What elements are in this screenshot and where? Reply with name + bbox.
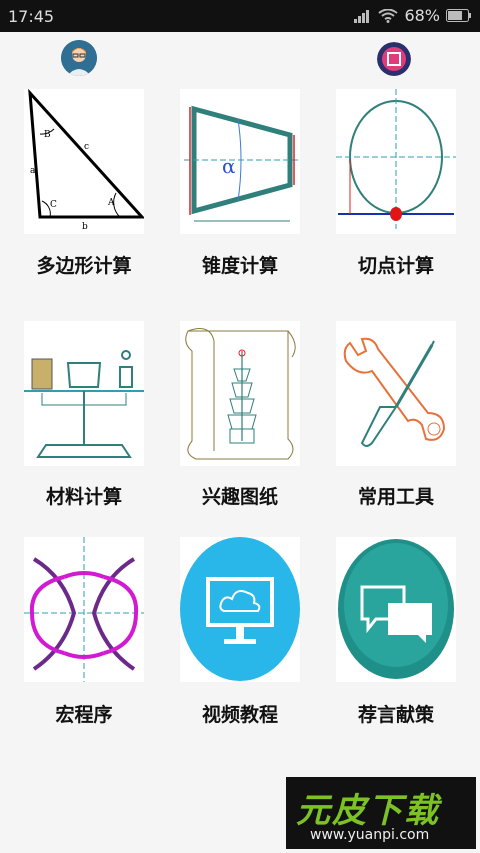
svg-text:b: b (82, 222, 88, 232)
svg-text:B: B (44, 130, 51, 140)
label-common-tools: 常用工具 (357, 486, 434, 508)
battery-icon (446, 9, 471, 22)
user-avatar[interactable] (61, 40, 97, 76)
tile-tangent-calc[interactable] (336, 89, 456, 234)
taper-diagram-icon: α (184, 105, 298, 222)
label-taper-calc: 锥度计算 (201, 255, 278, 277)
svg-text:A: A (107, 198, 115, 208)
tangent-circle-diagram-icon (336, 89, 456, 229)
tile-common-tools[interactable] (336, 321, 456, 466)
tile-suggestions[interactable] (336, 537, 456, 682)
watermark-url: www.yuanpi.com (310, 827, 430, 843)
monitor-cloud-icon (180, 537, 300, 681)
macro-curves-diagram-icon (24, 537, 144, 682)
label-polygon-calc: 多边形计算 (36, 255, 132, 277)
label-tangent-calc: 切点计算 (357, 255, 434, 277)
watermark-brand: 元皮下载 (296, 791, 440, 831)
svg-text:C: C (50, 200, 57, 210)
label-macro-program: 宏程序 (55, 704, 113, 726)
label-video-tutorial: 视频教程 (201, 704, 278, 726)
label-interest-drawings: 兴趣图纸 (201, 486, 278, 508)
tile-polygon-calc[interactable]: B c a C A b (24, 88, 146, 234)
signal-icon (354, 9, 370, 23)
battery-percent: 68% (404, 6, 440, 25)
wrench-screwdriver-icon (343, 337, 446, 447)
app-logo-avatar[interactable] (377, 42, 411, 76)
label-suggestions: 荐言献策 (357, 704, 434, 726)
label-material-calc: 材料计算 (45, 486, 122, 508)
watermark-logo: 元皮下载 www.yuanpi.com (286, 777, 476, 849)
balance-scale-diagram-icon (24, 350, 144, 458)
tile-macro-program[interactable] (24, 537, 144, 682)
tile-taper-calc[interactable]: α (180, 89, 300, 234)
tile-interest-drawings[interactable] (180, 321, 300, 466)
user-avatar-icon (61, 40, 97, 76)
wifi-icon (378, 8, 399, 23)
triangle-diagram-icon: B c a C A b (28, 88, 146, 232)
svg-text:a: a (30, 166, 36, 176)
tile-video-tutorial[interactable] (180, 537, 300, 682)
tile-material-calc[interactable] (24, 321, 144, 466)
pagoda-scroll-drawing-icon (185, 328, 296, 460)
chat-bubbles-icon (338, 539, 454, 679)
svg-text:α: α (222, 154, 236, 178)
svg-text:c: c (84, 142, 89, 152)
app-logo-icon (377, 42, 411, 76)
status-bar: 17:45 68% (0, 0, 480, 32)
status-time: 17:45 (8, 7, 55, 26)
